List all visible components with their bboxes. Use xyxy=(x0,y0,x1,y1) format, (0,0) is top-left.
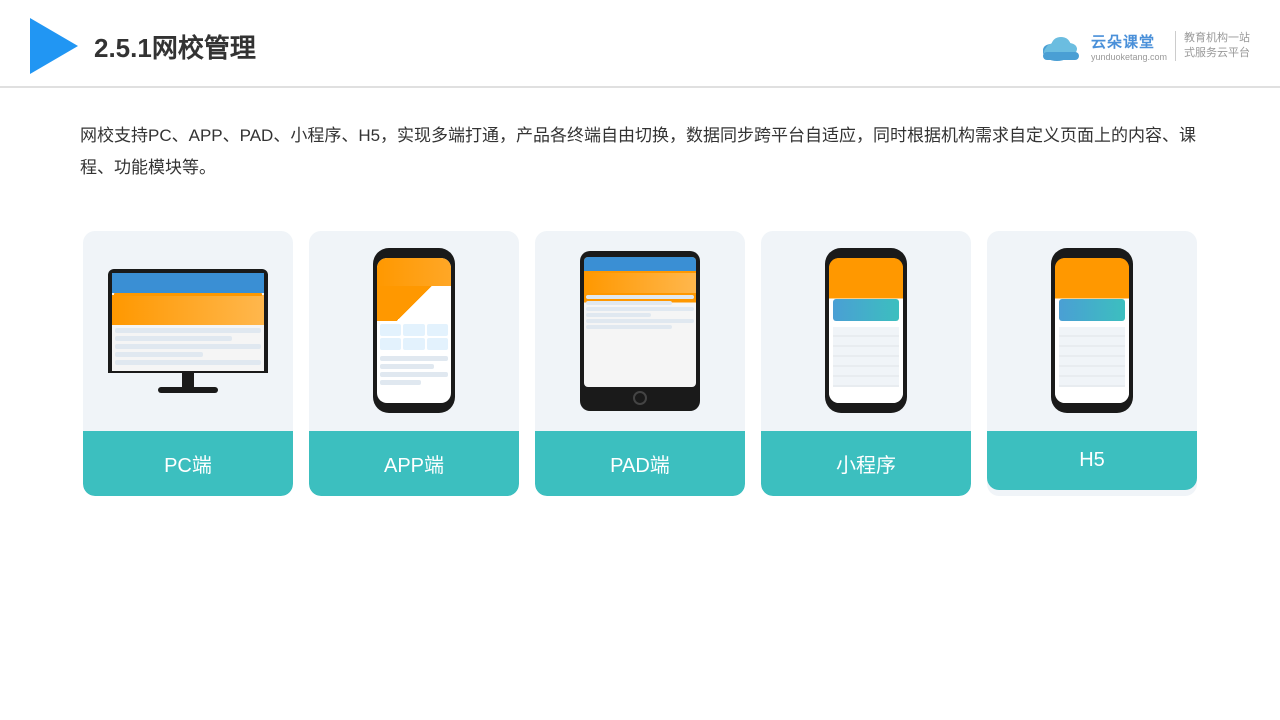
app-screen-content xyxy=(377,258,451,403)
platform-cards: PC端 xyxy=(0,201,1280,526)
logo-text: 云朵课堂 yunduoketang.com xyxy=(1091,31,1167,62)
card-h5-label: H5 xyxy=(987,431,1197,490)
phone-screen xyxy=(377,258,451,403)
description-text: 网校支持PC、APP、PAD、小程序、H5，实现多端打通，产品各终端自由切换，数… xyxy=(0,88,1280,201)
miniapp-screen-content xyxy=(829,258,903,403)
card-miniapp-image xyxy=(761,231,971,431)
logo-url: yunduoketang.com xyxy=(1091,52,1167,62)
header-right: 云朵课堂 yunduoketang.com 教育机构一站式服务云平台 xyxy=(1037,30,1250,62)
card-h5-image xyxy=(987,231,1197,431)
play-icon xyxy=(30,18,78,74)
monitor-screen xyxy=(112,273,264,371)
phone-notch xyxy=(401,248,427,255)
monitor-screen-outer xyxy=(108,269,268,373)
phone-notch-miniapp xyxy=(853,248,879,255)
monitor-base xyxy=(158,387,218,393)
logo-tagline: 教育机构一站式服务云平台 xyxy=(1175,31,1250,62)
card-app-image xyxy=(309,231,519,431)
tablet-body xyxy=(580,251,700,411)
card-pc: PC端 xyxy=(83,231,293,496)
card-pc-image xyxy=(83,231,293,431)
h5-screen-content xyxy=(1055,258,1129,403)
phone-mockup-h5 xyxy=(1051,248,1133,413)
card-pad-label: PAD端 xyxy=(535,431,745,496)
tablet-screen xyxy=(584,257,696,387)
brand-logo: 云朵课堂 yunduoketang.com xyxy=(1037,30,1167,62)
logo-name: 云朵课堂 xyxy=(1091,31,1155,52)
phone-mockup-app xyxy=(373,248,455,413)
card-app: APP端 xyxy=(309,231,519,496)
card-miniapp: 小程序 xyxy=(761,231,971,496)
phone-screen-h5 xyxy=(1055,258,1129,403)
card-app-label: APP端 xyxy=(309,431,519,496)
monitor-mockup xyxy=(108,269,268,393)
cloud-icon xyxy=(1037,30,1085,62)
phone-body-h5 xyxy=(1051,248,1133,413)
phone-body-miniapp xyxy=(825,248,907,413)
card-pad: PAD端 xyxy=(535,231,745,496)
card-miniapp-label: 小程序 xyxy=(761,431,971,496)
phone-mockup-miniapp xyxy=(825,248,907,413)
tablet-home-button xyxy=(633,391,647,405)
page-title: 2.5.1网校管理 xyxy=(94,28,256,65)
phone-body xyxy=(373,248,455,413)
header: 2.5.1网校管理 云朵课堂 yunduoketang.com xyxy=(0,0,1280,88)
header-left: 2.5.1网校管理 xyxy=(30,18,256,74)
card-h5: H5 xyxy=(987,231,1197,496)
phone-screen-miniapp xyxy=(829,258,903,403)
phone-notch-h5 xyxy=(1079,248,1105,255)
monitor-neck xyxy=(182,373,194,387)
card-pc-label: PC端 xyxy=(83,431,293,496)
card-pad-image xyxy=(535,231,745,431)
tablet-mockup xyxy=(580,251,700,411)
